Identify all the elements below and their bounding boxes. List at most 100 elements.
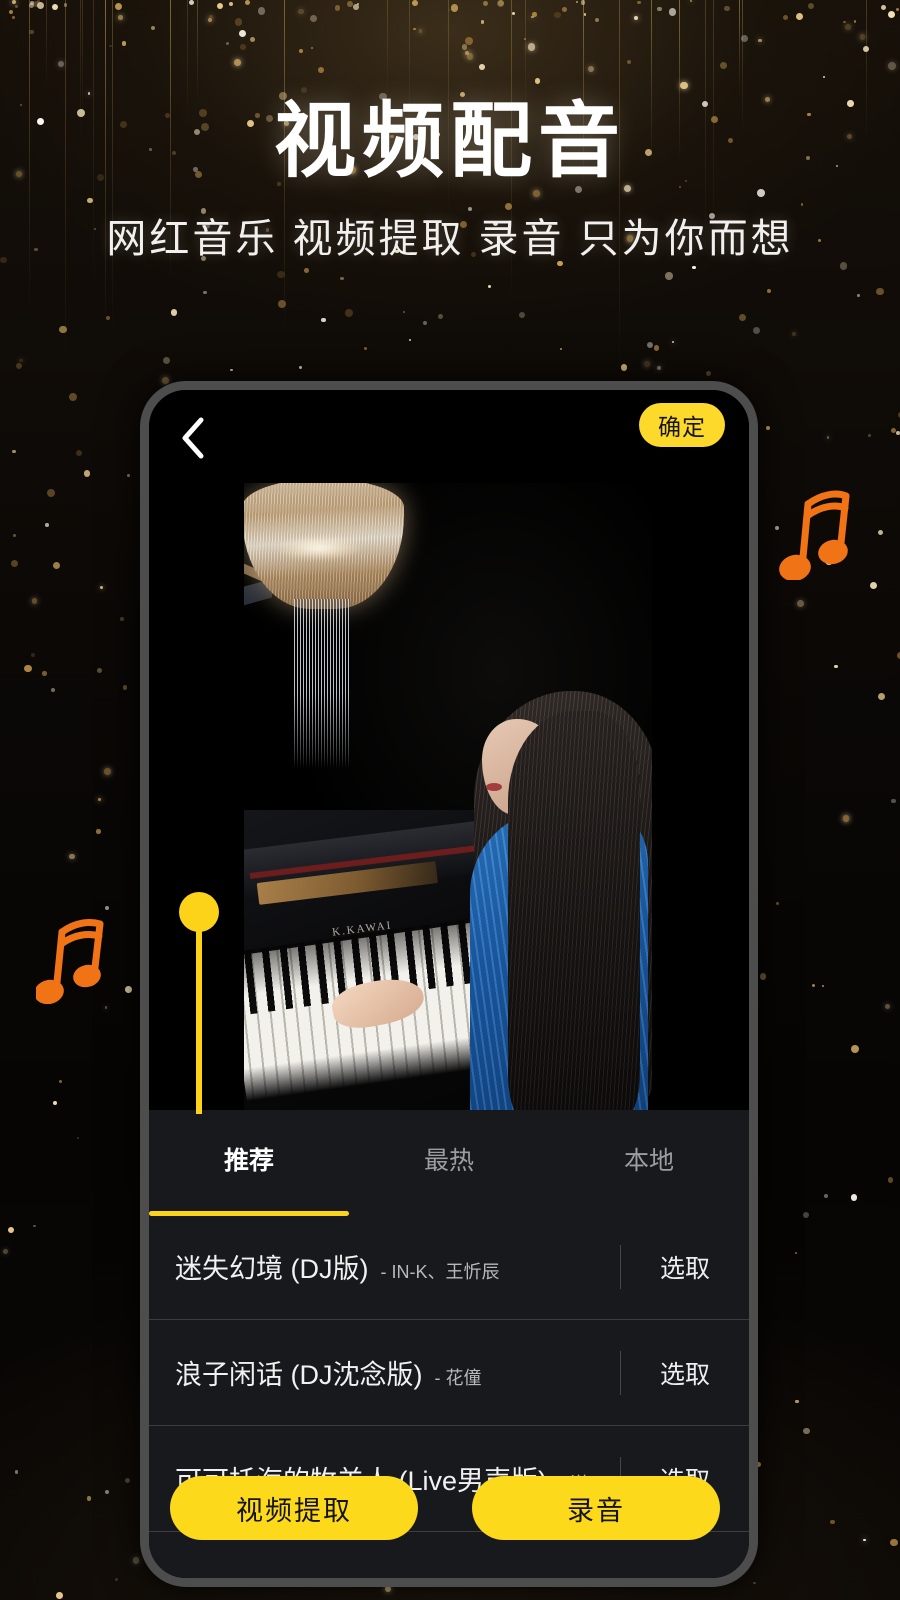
gold-particle [56, 1592, 63, 1599]
gold-particle [587, 65, 594, 73]
gold-particle [238, 29, 246, 38]
gold-particle [161, 376, 170, 384]
gold-particle [24, 664, 33, 673]
gold-particle [851, 1045, 860, 1054]
gold-particle [87, 92, 91, 95]
gold-particle [344, 308, 353, 317]
gold-particle [896, 8, 900, 12]
gold-particle [595, 18, 600, 23]
pianist-hair-front [508, 711, 640, 1110]
gold-particle [52, 1101, 57, 1106]
gold-particle [877, 692, 885, 700]
gold-particle [51, 687, 56, 692]
gold-particle [834, 664, 838, 669]
song-select-button[interactable]: 选取 [621, 1355, 749, 1391]
gold-particle [105, 905, 109, 910]
chevron-left-icon [182, 417, 204, 459]
gold-particle [309, 15, 317, 23]
song-artist: - 花僮 [434, 1368, 482, 1388]
gold-particle [12, 15, 16, 19]
gold-particle [657, 6, 662, 12]
gold-particle [409, 338, 412, 341]
tab-1[interactable]: 推荐 [149, 1110, 349, 1216]
gold-particle [532, 12, 537, 17]
gold-particle [109, 44, 112, 47]
gold-particle [233, 58, 241, 67]
gold-particle [562, 7, 568, 13]
gold-particle [86, 1496, 92, 1502]
song-row[interactable]: 迷失幻境 (DJ版) - IN-K、王忻辰 选取 [149, 1214, 749, 1320]
gold-particle [633, 15, 638, 20]
pianist-lips [486, 783, 502, 791]
trim-slider[interactable] [179, 892, 219, 1114]
record-button[interactable]: 录音 [472, 1476, 720, 1540]
gold-particle [100, 585, 104, 589]
tab-label: 推荐 [223, 1147, 274, 1175]
gold-particle [830, 1519, 835, 1524]
gold-particle [104, 767, 112, 775]
phone-mockup: 确定 K.KAWAI 推荐 最热 本地 迷失幻境 (DJ版) - IN-K、王忻… [140, 381, 758, 1587]
gold-particle [671, 341, 674, 344]
gold-particle [257, 7, 265, 15]
gold-particle [644, 360, 651, 367]
video-preview[interactable]: K.KAWAI [244, 483, 652, 1110]
gold-particle [518, 311, 525, 318]
gold-particle [705, 370, 711, 376]
gold-particle [843, 20, 846, 24]
video-extract-button[interactable]: 视频提取 [170, 1476, 418, 1540]
song-title: 迷失幻境 (DJ版) [175, 1254, 369, 1284]
gold-particle [96, 667, 103, 674]
tab-3[interactable]: 本地 [549, 1110, 749, 1208]
gold-particle [42, 671, 47, 676]
gold-particle [11, 0, 16, 5]
gold-particle [321, 317, 327, 323]
gold-particle [234, 17, 243, 26]
gold-particle [895, 430, 900, 436]
gold-particle [311, 46, 314, 49]
gold-particle [188, 0, 194, 6]
gold-particle [437, 313, 443, 319]
confirm-button[interactable]: 确定 [639, 403, 725, 447]
gold-particle [363, 346, 367, 350]
gold-particle [64, 3, 68, 7]
gold-particle [411, 0, 418, 6]
tab-2[interactable]: 最热 [349, 1110, 549, 1208]
gold-particle [225, 41, 230, 46]
gold-particle [11, 560, 19, 568]
gold-particle [465, 51, 469, 55]
gold-particle [859, 34, 865, 40]
gold-particle [58, 1079, 63, 1083]
gold-particle [534, 78, 540, 84]
gold-particle [822, 76, 825, 79]
music-note-icon-right [778, 482, 854, 585]
gold-particle [97, 797, 101, 802]
gold-particle [620, 364, 628, 371]
song-row[interactable]: 浪子闲话 (DJ沈念版) - 花僮 选取 [149, 1320, 749, 1426]
gold-particle [797, 599, 805, 607]
gold-particle [12, 533, 16, 537]
song-artist: - IN-K、王忻辰 [380, 1262, 500, 1282]
gold-particle [524, 38, 527, 41]
gold-particle [887, 1177, 894, 1184]
gold-particle [876, 287, 884, 296]
gold-particle [575, 0, 578, 3]
gold-particle [857, 294, 860, 297]
gold-particle [850, 1194, 857, 1201]
gold-particle [15, 5, 19, 9]
song-select-button[interactable]: 选取 [621, 1249, 749, 1285]
gold-particle [738, 313, 746, 321]
tab-label: 最热 [423, 1147, 474, 1175]
trim-slider-track[interactable] [196, 928, 202, 1114]
gold-particle [870, 582, 878, 590]
gold-particle [887, 61, 896, 70]
gold-particle [653, 345, 660, 351]
gold-particle [105, 1489, 110, 1494]
gold-particle [228, 1, 233, 6]
gold-particle [880, 4, 886, 10]
trim-slider-handle[interactable] [179, 892, 219, 932]
gold-particle [554, 12, 561, 19]
gold-particle [720, 62, 728, 70]
gold-particle [891, 798, 896, 804]
back-button[interactable] [167, 412, 219, 464]
gold-particle [83, 470, 91, 477]
